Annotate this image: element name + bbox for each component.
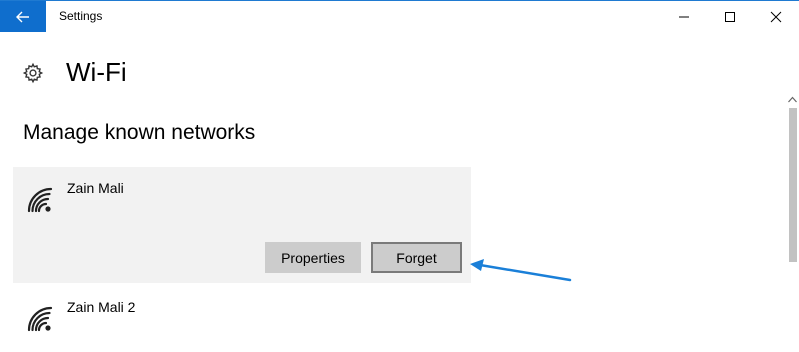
scroll-thumb[interactable] [789, 108, 797, 262]
back-arrow-icon [16, 11, 29, 22]
forget-button[interactable]: Forget [371, 242, 462, 273]
gear-icon [22, 62, 44, 84]
page-title: Wi-Fi [66, 57, 127, 87]
window-title: Settings [59, 9, 103, 23]
vertical-scrollbar[interactable] [786, 96, 799, 352]
known-network-item[interactable]: Zain Mali Properties Forget [13, 167, 471, 283]
network-name: Zain Mali [67, 180, 124, 196]
wifi-signal-icon [27, 306, 53, 332]
close-button[interactable] [753, 1, 799, 32]
scroll-up-arrow-icon[interactable] [788, 96, 797, 104]
annotation-arrow [470, 259, 572, 282]
minimize-button[interactable] [661, 1, 707, 32]
back-button[interactable] [0, 1, 46, 32]
maximize-button[interactable] [707, 1, 753, 32]
maximize-icon [725, 11, 735, 22]
properties-button[interactable]: Properties [265, 242, 361, 273]
close-icon [770, 11, 782, 22]
section-title: Manage known networks [23, 121, 256, 144]
title-bar: Settings [0, 0, 799, 32]
known-network-item[interactable]: Zain Mali 2 [13, 286, 471, 352]
wifi-signal-icon [27, 187, 53, 213]
minimize-icon [679, 16, 689, 17]
network-name: Zain Mali 2 [67, 299, 136, 315]
